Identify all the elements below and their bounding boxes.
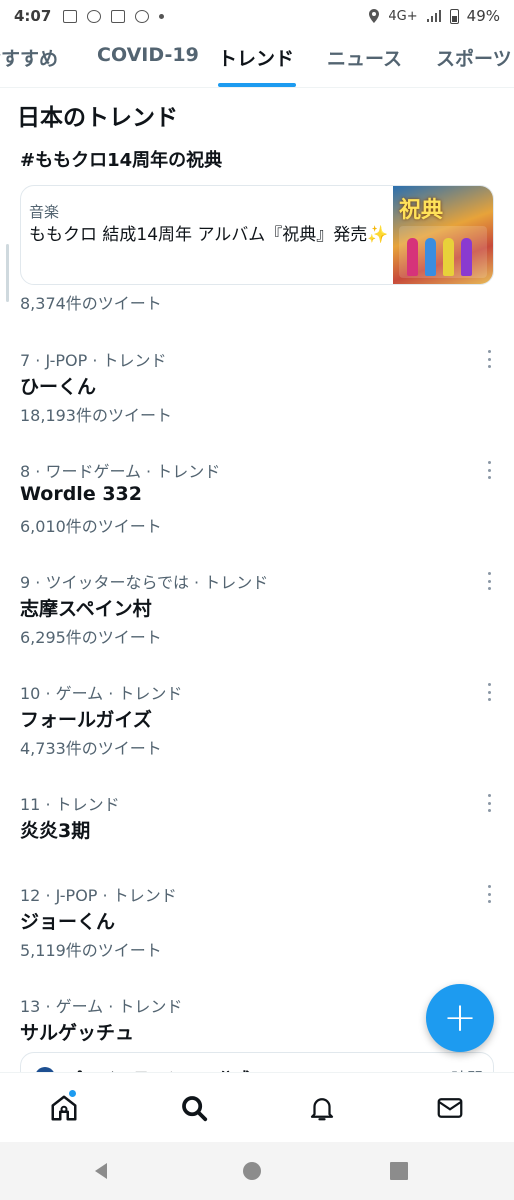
more-notifications-dot: [159, 13, 165, 19]
status-bar: 4:07 4G+ 49%: [0, 0, 514, 32]
trend-name: フォールガイズ: [20, 709, 152, 731]
thumbnail-figure: [425, 238, 436, 276]
trend-item[interactable]: 9 · ツイッターならでは · トレンド 志摩スペイン村 6,295件のツイート: [0, 569, 514, 669]
tab-news[interactable]: ニュース: [327, 44, 402, 71]
trend-tweet-count: 5,119件のツイート: [20, 941, 162, 960]
back-icon[interactable]: [89, 1159, 113, 1183]
trend-meta: 12 · J-POP · トレンド: [20, 886, 177, 905]
nav-messages-button[interactable]: [435, 1093, 465, 1123]
tab-foryou[interactable]: おすすめ: [0, 44, 58, 71]
thumbnail-figure: [461, 238, 472, 276]
trend-meta: 7 · J-POP · トレンド: [20, 351, 167, 370]
new-content-dot: [68, 1089, 77, 1098]
trend-name: ひーくん: [20, 376, 97, 398]
bell-icon: [310, 1098, 334, 1121]
promoted-thumbnail[interactable]: 祝典: [393, 186, 493, 284]
status-right: 4G+ 49%: [368, 7, 500, 25]
scrollbar[interactable]: [6, 244, 9, 302]
trend-meta: 11 · トレンド: [20, 795, 120, 814]
trend-tweet-count: 4,733件のツイート: [20, 739, 162, 758]
battery-icon: [449, 8, 459, 24]
trend-item[interactable]: 7 · J-POP · トレンド ひーくん 18,193件のツイート: [0, 347, 514, 447]
trend-tweet-count: 6,010件のツイート: [20, 517, 162, 536]
thumbnail-figure: [443, 238, 454, 276]
trend-tweet-count: 6,295件のツイート: [20, 628, 162, 647]
image-icon: [111, 9, 126, 23]
thumbnail-caption: 祝典: [399, 198, 444, 223]
promoted-category: 音楽: [29, 203, 60, 221]
trend-meta: 9 · ツイッターならでは · トレンド: [20, 573, 269, 592]
status-time: 4:07: [14, 7, 52, 25]
battery-percent: 49%: [466, 7, 500, 25]
nav-search-button[interactable]: [179, 1093, 209, 1123]
trend-item[interactable]: 10 · ゲーム · トレンド フォールガイズ 4,733件のツイート: [0, 680, 514, 780]
plus-icon: +: [443, 995, 477, 1041]
more-options-icon[interactable]: [480, 793, 498, 813]
recents-icon[interactable]: [387, 1159, 411, 1183]
tv-icon: [63, 9, 78, 23]
tab-covid[interactable]: COVID-19: [97, 44, 199, 66]
promoted-media-card[interactable]: 音楽 ももクロ 結成14周年 アルバム『祝典』発売✨ 祝典: [20, 185, 494, 285]
more-options-icon[interactable]: [480, 460, 498, 480]
trend-meta: 8 · ワードゲーム · トレンド: [20, 462, 221, 481]
more-options-icon[interactable]: [480, 682, 498, 702]
trend-meta: 10 · ゲーム · トレンド: [20, 684, 183, 703]
trend-meta: 13 · ゲーム · トレンド: [20, 997, 183, 1016]
more-options-icon[interactable]: [480, 349, 498, 369]
nav-notifications-button[interactable]: [307, 1093, 337, 1123]
explore-tabs: おすすめ COVID-19 トレンド ニュース スポーツ: [0, 36, 514, 88]
mail-icon: [437, 1098, 463, 1118]
trend-item[interactable]: 8 · ワードゲーム · トレンド Wordle 332 6,010件のツイート: [0, 458, 514, 558]
more-options-icon[interactable]: [480, 571, 498, 591]
app-notification-icon-2: [135, 9, 150, 23]
trend-tweet-count: 18,193件のツイート: [20, 406, 172, 425]
status-notification-icons: [63, 9, 165, 23]
system-navigation-bar: [0, 1142, 514, 1200]
signal-icon: [426, 10, 441, 22]
search-icon: [182, 1096, 208, 1122]
trend-name: Wordle 332: [20, 483, 142, 505]
nav-home-button[interactable]: [49, 1089, 79, 1123]
compose-tweet-button[interactable]: +: [426, 984, 494, 1052]
trend-name: サルゲッチュ: [20, 1022, 135, 1044]
thumbnail-figure: [407, 238, 418, 276]
trend-item[interactable]: 12 · J-POP · トレンド ジョーくん 5,119件のツイート: [0, 882, 514, 982]
promoted-text: ももクロ 結成14周年 アルバム『祝典』発売✨: [29, 225, 389, 245]
more-options-icon[interactable]: [480, 884, 498, 904]
promoted-tweet-count: 8,374件のツイート: [20, 294, 162, 313]
promoted-trend-title[interactable]: #ももクロ14周年の祝典: [20, 146, 222, 172]
location-icon: [369, 9, 380, 23]
trend-name: ジョーくん: [20, 911, 116, 933]
tab-sports[interactable]: スポーツ: [436, 44, 512, 71]
bottom-navigation: [0, 1072, 514, 1142]
tab-trends[interactable]: トレンド: [218, 44, 294, 71]
trend-item[interactable]: 11 · トレンド 炎炎3期: [0, 791, 514, 891]
home-circle-icon[interactable]: [240, 1159, 264, 1183]
section-title: 日本のトレンド: [17, 105, 178, 131]
network-type: 4G+: [388, 8, 418, 24]
active-tab-indicator: [218, 83, 296, 87]
trend-name: 志摩スペイン村: [20, 598, 152, 620]
app-notification-icon: [87, 9, 102, 23]
trend-name: 炎炎3期: [20, 820, 91, 842]
